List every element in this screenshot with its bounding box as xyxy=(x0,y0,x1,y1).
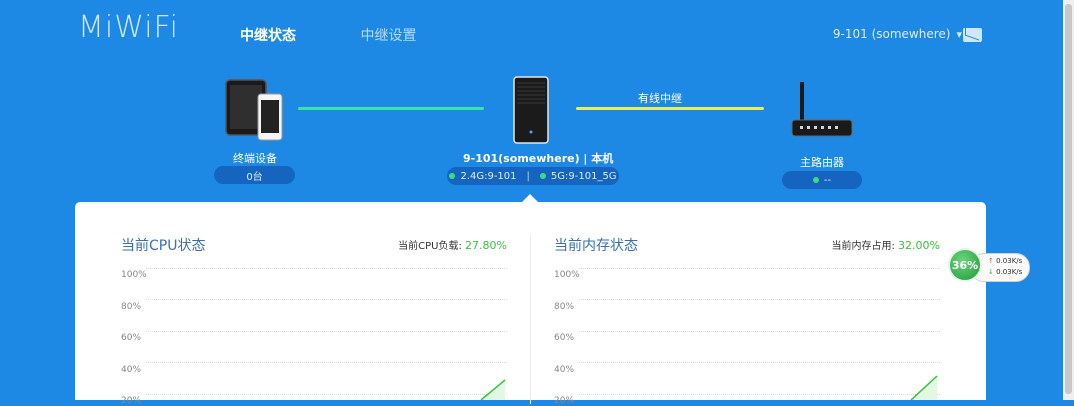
wireless-link-line xyxy=(298,107,484,110)
devices-icon[interactable] xyxy=(224,78,286,142)
chevron-down-icon: ▾ xyxy=(956,28,962,41)
status-dot-icon xyxy=(812,177,819,183)
main-router-status: -- xyxy=(823,174,832,186)
main-router-label: 主路由器 xyxy=(800,156,844,169)
router-bands-pill[interactable]: 2.4G:9-101 | 5G:9-101_5G xyxy=(447,167,619,185)
status-dot-icon xyxy=(449,173,456,179)
cpu-load-sparkline xyxy=(480,379,506,400)
router-label: 9-101(somewhere) | 本机 xyxy=(463,152,614,165)
upload-arrow-icon: ↑ xyxy=(988,257,994,265)
download-arrow-icon: ↓ xyxy=(988,268,994,276)
cpu-panel: 当前CPU状态 当前CPU负载: 27.80% 100% 80% 60% 40%… xyxy=(121,202,507,406)
clients-label: 终端设备 xyxy=(233,152,277,165)
clients-count: 0台 xyxy=(246,171,263,183)
scrollbar-thumb[interactable] xyxy=(1065,4,1072,394)
upload-speed: ↑ 0.03K/s xyxy=(988,257,1022,265)
memory-panel: 当前内存状态 当前内存占用: 32.00% 100% 80% 60% 40% 2… xyxy=(554,202,940,406)
tab-repeater-status[interactable]: 中继状态 xyxy=(240,28,296,44)
mail-icon[interactable] xyxy=(963,28,982,42)
main-router-icon[interactable] xyxy=(790,80,854,140)
panel-divider xyxy=(530,234,531,404)
top-bar: MiWiFi 中继状态 中继设置 9-101 (somewhere) ▾ xyxy=(0,0,1074,70)
memory-usage-sparkline xyxy=(910,375,938,400)
clients-count-pill[interactable]: 0台 xyxy=(214,166,295,184)
miwifi-logo[interactable]: MiWiFi xyxy=(78,10,179,45)
user-name: 9-101 (somewhere) xyxy=(832,27,951,41)
status-card: 当前CPU状态 当前CPU负载: 27.80% 100% 80% 60% 40%… xyxy=(75,194,986,406)
status-dot-icon xyxy=(539,173,546,179)
router-icon[interactable] xyxy=(512,75,550,145)
download-speed: ↓ 0.03K/s xyxy=(988,268,1022,276)
link-type-label: 有线中继 xyxy=(638,92,682,105)
main-router-status-pill[interactable]: -- xyxy=(782,171,862,189)
main-nav: 中继状态 中继设置 xyxy=(240,25,476,45)
upload-speed-value: 0.03K/s xyxy=(996,257,1023,265)
band-separator: | xyxy=(526,170,530,182)
vertical-scrollbar[interactable] xyxy=(1063,0,1074,400)
network-topology: 终端设备 0台 9-101(somewhere) | 本机 2.4G:9-101… xyxy=(0,70,1063,200)
band-24g: 2.4G:9-101 xyxy=(460,170,517,182)
user-menu[interactable]: 9-101 (somewhere) ▾ xyxy=(833,27,962,41)
tab-repeater-settings[interactable]: 中继设置 xyxy=(360,28,416,44)
wired-link-line xyxy=(576,107,764,110)
band-5g: 5G:9-101_5G xyxy=(550,170,617,182)
usage-percent-circle: 36% xyxy=(948,248,982,282)
download-speed-value: 0.03K/s xyxy=(996,268,1023,276)
network-speed-widget[interactable]: 36% ↑ 0.03K/s ↓ 0.03K/s xyxy=(948,248,1032,282)
